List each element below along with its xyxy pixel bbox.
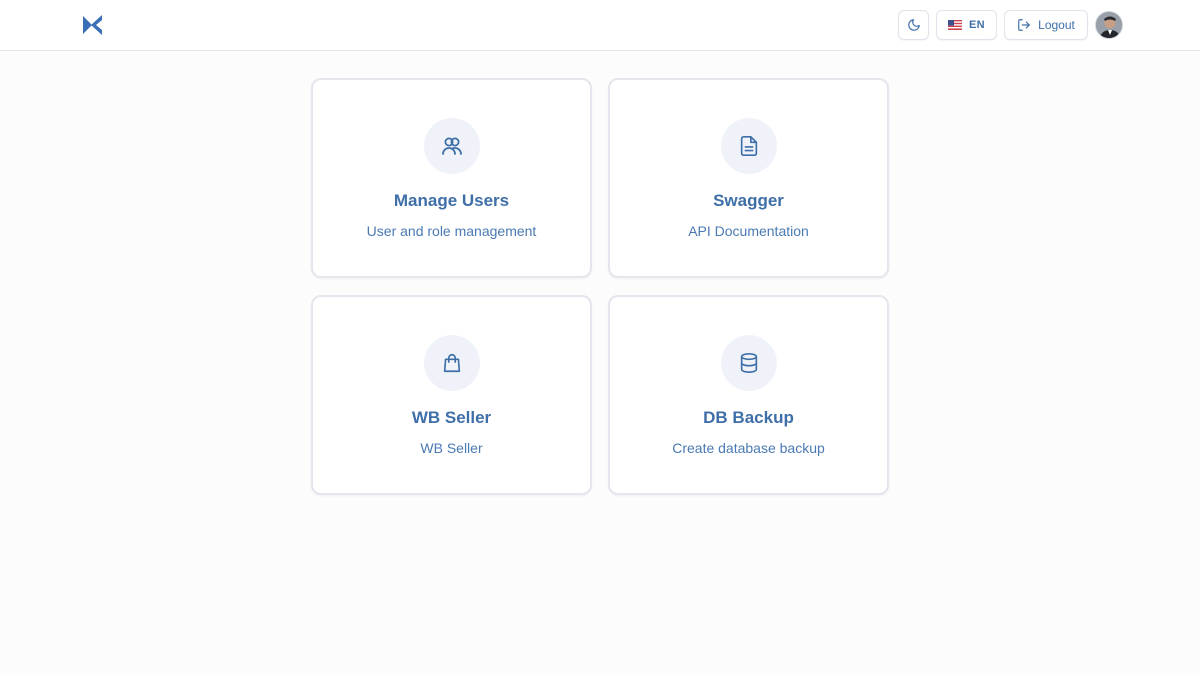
card-manage-users[interactable]: Manage Users User and role management — [311, 78, 592, 278]
card-icon-wrapper — [720, 118, 777, 174]
card-subtitle: User and role management — [366, 223, 537, 239]
card-title: WB Seller — [411, 408, 492, 427]
language-button[interactable]: EN — [936, 10, 997, 40]
us-flag-icon — [948, 20, 963, 30]
card-icon-wrapper — [423, 335, 480, 391]
card-subtitle: Create database backup — [672, 440, 825, 456]
x-logo-icon[interactable] — [81, 13, 105, 37]
theme-toggle-button[interactable] — [898, 10, 929, 40]
moon-icon — [907, 19, 920, 31]
user-avatar[interactable] — [1095, 11, 1123, 39]
card-title: Swagger — [713, 191, 784, 210]
logout-label: Logout — [1038, 18, 1075, 32]
top-header: EN Logout — [0, 0, 1200, 51]
avatar-image — [1096, 12, 1122, 38]
card-icon-wrapper — [720, 335, 777, 391]
card-swagger[interactable]: Swagger API Documentation — [608, 78, 889, 278]
logout-button[interactable]: Logout — [1004, 10, 1088, 40]
card-title: DB Backup — [703, 408, 794, 427]
language-label: EN — [969, 19, 985, 31]
dashboard-cards: Manage Users User and role management Sw… — [311, 78, 889, 495]
database-icon — [740, 353, 757, 373]
card-wb-seller[interactable]: WB Seller WB Seller — [311, 295, 592, 495]
document-icon — [740, 136, 757, 156]
card-title: Manage Users — [393, 191, 510, 210]
card-db-backup[interactable]: DB Backup Create database backup — [608, 295, 889, 495]
header-actions: EN Logout — [898, 10, 1123, 40]
logout-icon — [1018, 19, 1030, 31]
card-subtitle: API Documentation — [688, 223, 809, 239]
card-subtitle: WB Seller — [420, 440, 483, 456]
users-icon — [441, 137, 462, 155]
shopping-bag-icon — [443, 354, 460, 373]
card-icon-wrapper — [423, 118, 480, 174]
